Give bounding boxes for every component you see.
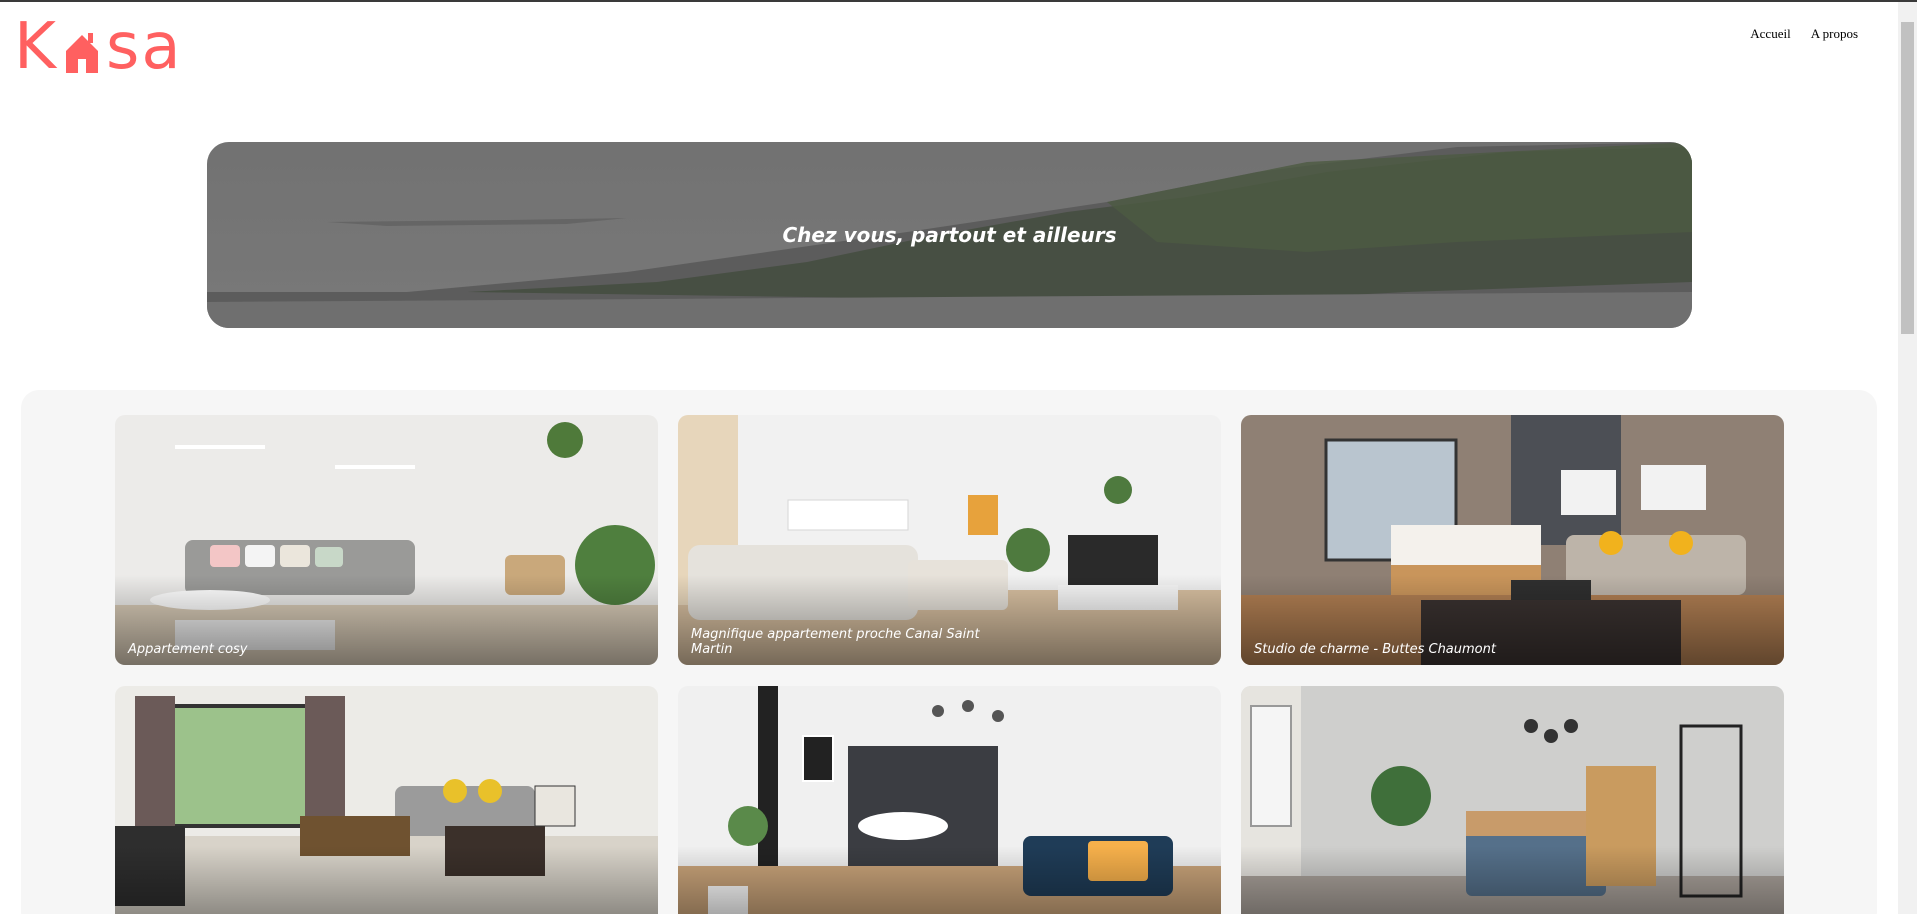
- listing-title: Appartement cosy: [128, 642, 248, 657]
- logo-letter-k: K: [14, 10, 58, 84]
- listing-card[interactable]: Magnifique appartement proche Canal Sain…: [678, 415, 1221, 665]
- house-icon: [65, 33, 98, 73]
- banner-title: Chez vous, partout et ailleurs: [782, 223, 1117, 247]
- scrollbar-thumb[interactable]: [1901, 22, 1914, 334]
- logo-letters-sa: sa: [105, 10, 183, 84]
- listing-card[interactable]: Appartement cosy: [115, 415, 658, 665]
- listing-card[interactable]: [115, 686, 658, 914]
- listing-title: Studio de charme - Buttes Chaumont: [1254, 642, 1496, 657]
- listing-card[interactable]: Studio de charme - Buttes Chaumont: [1241, 415, 1784, 665]
- hero-banner: Chez vous, partout et ailleurs: [207, 142, 1692, 328]
- kasa-logo[interactable]: K sa: [14, 12, 194, 82]
- site-header: K sa Accueil A propos: [0, 2, 1898, 112]
- listing-title: Magnifique appartement proche Canal Sain…: [691, 627, 980, 657]
- page-scrollbar[interactable]: [1898, 2, 1917, 914]
- listings-gallery: Appartement cosy Magnifique appartement …: [21, 390, 1877, 914]
- nav-link-a-propos[interactable]: A propos: [1811, 26, 1858, 42]
- listing-card[interactable]: [1241, 686, 1784, 914]
- main-nav: Accueil A propos: [1750, 26, 1858, 42]
- listing-card[interactable]: [678, 686, 1221, 914]
- nav-link-accueil[interactable]: Accueil: [1750, 26, 1790, 42]
